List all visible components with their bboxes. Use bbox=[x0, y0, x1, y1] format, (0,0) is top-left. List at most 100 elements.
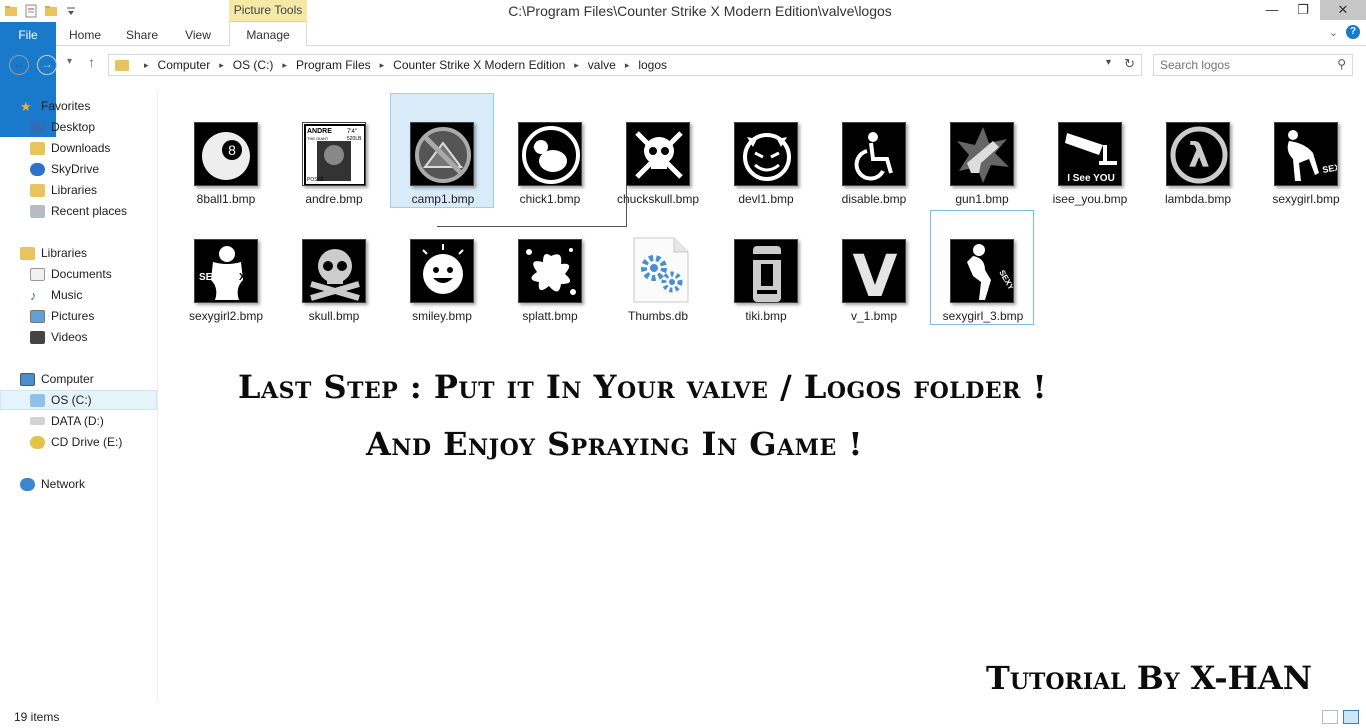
file-item-disable[interactable]: disable.bmp bbox=[822, 93, 926, 208]
file-item-isee-you[interactable]: I See YOU isee_you.bmp bbox=[1038, 93, 1142, 208]
sidebar-item-cd-drive[interactable]: CD Drive (E:) bbox=[0, 432, 157, 452]
desktop-icon bbox=[30, 120, 45, 134]
tab-manage[interactable]: Manage bbox=[229, 22, 307, 46]
svg-text:POSSE: POSSE bbox=[307, 177, 325, 183]
breadcrumb-os-c[interactable]: OS (C:) bbox=[233, 58, 274, 72]
svg-text:ANDRE: ANDRE bbox=[307, 128, 332, 135]
tab-home[interactable]: Home bbox=[60, 22, 110, 46]
back-button[interactable]: ← bbox=[9, 55, 29, 75]
details-view-icon[interactable] bbox=[1322, 710, 1338, 724]
ribbon: File Home Share View Manage ⌄ ? bbox=[0, 22, 1366, 137]
breadcrumb-separator-icon[interactable]: ▸ bbox=[219, 60, 224, 71]
sidebar-item-downloads[interactable]: Downloads bbox=[0, 138, 157, 158]
file-name: smiley.bmp bbox=[412, 309, 472, 323]
sidebar-item-data-d[interactable]: DATA (D:) bbox=[0, 411, 157, 431]
maximize-button[interactable]: ❐ bbox=[1289, 0, 1317, 20]
svg-text:SE: SE bbox=[199, 272, 213, 283]
sidebar-item-label: OS (C:) bbox=[51, 393, 92, 407]
tab-share[interactable]: Share bbox=[118, 22, 166, 46]
breadcrumb-valve[interactable]: valve bbox=[588, 58, 616, 72]
sidebar-item-desktop[interactable]: Desktop bbox=[0, 117, 157, 137]
file-item-lambda[interactable]: λ lambda.bmp bbox=[1146, 93, 1250, 208]
drag-guide-line bbox=[626, 186, 627, 227]
sidebar-item-pictures[interactable]: Pictures bbox=[0, 306, 157, 326]
tab-view[interactable]: View bbox=[174, 22, 222, 46]
silhouette-icon: SEXY bbox=[950, 239, 1014, 303]
file-item-smiley[interactable]: smiley.bmp bbox=[390, 210, 494, 325]
up-button[interactable]: ↑ bbox=[88, 54, 95, 70]
sidebar-item-videos[interactable]: Videos bbox=[0, 327, 157, 347]
sidebar-item-os-c[interactable]: OS (C:) bbox=[0, 390, 157, 410]
camera-icon: I See YOU bbox=[1058, 122, 1122, 186]
file-name: v_1.bmp bbox=[850, 309, 898, 323]
file-name: isee_you.bmp bbox=[1052, 192, 1128, 206]
svg-text:SEXY: SEXY bbox=[1322, 161, 1338, 175]
sidebar-item-label: Libraries bbox=[41, 246, 88, 260]
forward-button[interactable]: → bbox=[37, 55, 57, 75]
file-name: sexygirl_3.bmp bbox=[942, 309, 1024, 323]
downloads-folder-icon bbox=[30, 141, 45, 155]
refresh-icon[interactable]: ↻ bbox=[1124, 56, 1135, 72]
breadcrumb-separator-icon[interactable]: ▸ bbox=[144, 60, 149, 71]
search-input[interactable] bbox=[1154, 55, 1324, 75]
sidebar-item-label: DATA (D:) bbox=[51, 414, 104, 428]
sidebar-item-music[interactable]: ♪ Music bbox=[0, 285, 157, 305]
sidebar-item-label: Favorites bbox=[41, 99, 91, 113]
file-name: skull.bmp bbox=[308, 309, 360, 323]
file-name: splatt.bmp bbox=[522, 309, 578, 323]
file-item-splatt[interactable]: splatt.bmp bbox=[498, 210, 602, 325]
customize-toolbar-icon[interactable] bbox=[64, 4, 78, 18]
sidebar-item-recent-places[interactable]: Recent places bbox=[0, 201, 157, 221]
ribbon-collapse-icon[interactable]: ⌄ bbox=[1329, 26, 1338, 39]
svg-text:λ: λ bbox=[1188, 136, 1210, 176]
file-item-tiki[interactable]: tiki.bmp bbox=[714, 210, 818, 325]
file-item-chick1[interactable]: chick1.bmp bbox=[498, 93, 602, 208]
file-item-sexygirl2[interactable]: SE XY sexygirl2.bmp bbox=[174, 210, 278, 325]
file-item-devl1[interactable]: devl1.bmp bbox=[714, 93, 818, 208]
chicken-icon bbox=[518, 122, 582, 186]
breadcrumb-counter-strike[interactable]: Counter Strike X Modern Edition bbox=[393, 58, 565, 72]
svg-text:8: 8 bbox=[228, 142, 236, 158]
breadcrumb-separator-icon[interactable]: ▸ bbox=[282, 60, 287, 71]
sidebar-computer[interactable]: Computer bbox=[0, 369, 157, 389]
breadcrumb-program-files[interactable]: Program Files bbox=[296, 58, 371, 72]
search-box[interactable]: ⚲ bbox=[1153, 54, 1353, 76]
sidebar-item-label: Computer bbox=[41, 372, 94, 386]
sidebar-item-label: SkyDrive bbox=[51, 162, 100, 176]
file-item-gun1[interactable]: gun1.bmp bbox=[930, 93, 1034, 208]
address-bar[interactable]: ▸ Computer ▸ OS (C:) ▸ Program Files ▸ C… bbox=[108, 54, 1142, 76]
breadcrumb-separator-icon[interactable]: ▸ bbox=[574, 60, 579, 71]
large-icons-view-icon[interactable] bbox=[1343, 710, 1359, 724]
tutorial-caption-line2: And Enjoy Spraying In Game ! bbox=[366, 425, 863, 463]
sidebar-libraries[interactable]: Libraries bbox=[0, 243, 157, 263]
computer-icon bbox=[20, 372, 35, 386]
sidebar-item-skydrive[interactable]: SkyDrive bbox=[0, 159, 157, 179]
file-item-camp1[interactable]: camp1.bmp bbox=[390, 93, 494, 208]
address-dropdown-icon[interactable]: ▾ bbox=[1106, 57, 1111, 68]
search-icon[interactable]: ⚲ bbox=[1337, 57, 1346, 71]
file-item-chuckskull[interactable]: chuckskull.bmp bbox=[606, 93, 710, 208]
help-icon[interactable]: ? bbox=[1346, 25, 1360, 39]
file-item-sexygirl[interactable]: SEXY sexygirl.bmp bbox=[1254, 93, 1358, 208]
breadcrumb-computer[interactable]: Computer bbox=[158, 58, 211, 72]
sidebar-item-label: Music bbox=[51, 288, 83, 302]
sidebar-network[interactable]: Network bbox=[0, 474, 157, 494]
file-item-sexygirl-3[interactable]: SEXY sexygirl_3.bmp bbox=[930, 210, 1034, 325]
breadcrumb-separator-icon[interactable]: ▸ bbox=[380, 60, 385, 71]
file-item-andre[interactable]: ANDRE THE GIANT 7'4" 520LB POSSE andre.bmp bbox=[282, 93, 386, 208]
file-item-thumbs-db[interactable]: Thumbs.db bbox=[606, 210, 710, 325]
sidebar-item-documents[interactable]: Documents bbox=[0, 264, 157, 284]
recent-locations-icon[interactable]: ▾ bbox=[67, 56, 72, 67]
file-name: andre.bmp bbox=[305, 192, 363, 206]
sidebar-favorites[interactable]: ★ Favorites bbox=[0, 96, 157, 116]
close-button[interactable]: ✕ bbox=[1320, 0, 1366, 20]
breadcrumb-separator-icon[interactable]: ▸ bbox=[625, 60, 630, 71]
minimize-button[interactable]: — bbox=[1258, 0, 1286, 20]
new-folder-icon[interactable] bbox=[44, 4, 58, 18]
file-item-skull[interactable]: skull.bmp bbox=[282, 210, 386, 325]
file-item-v-1[interactable]: V v_1.bmp bbox=[822, 210, 926, 325]
properties-icon[interactable] bbox=[24, 4, 38, 18]
file-item-8ball1[interactable]: 8 8ball1.bmp bbox=[174, 93, 278, 208]
sidebar-item-libraries-fav[interactable]: Libraries bbox=[0, 180, 157, 200]
breadcrumb-logos[interactable]: logos bbox=[638, 58, 667, 72]
